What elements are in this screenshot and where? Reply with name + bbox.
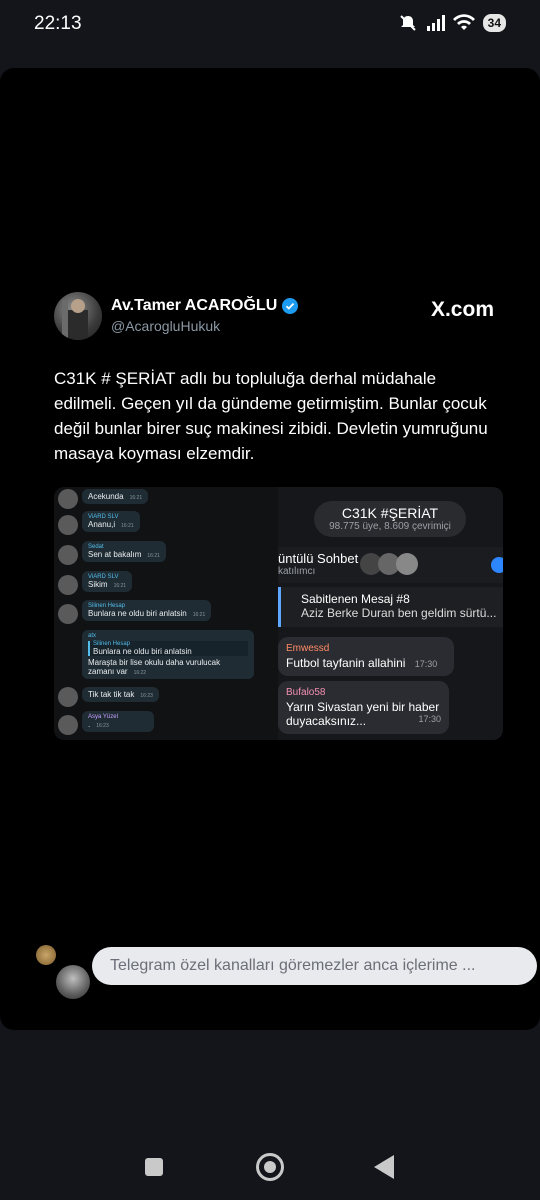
status-bar: 22:13 34	[0, 0, 540, 50]
chat-message: ViARD SLV Sikim 16:21	[82, 571, 133, 592]
chat-message: atx Silinen Hesap Bunlara ne oldu biri a…	[82, 630, 254, 679]
chat-message: Emwessd Futbol tayfanin allahini 17:30	[278, 637, 454, 676]
left-chat-screenshot: Acekunda 16:21 ViARD SLV Ananu,i 16:21 Seda…	[54, 487, 278, 740]
author-handle[interactable]: @AcarogluHukuk	[111, 318, 220, 334]
group-header: C31K #ŞERİAT 98.775 üye, 8.609 çevrimiçi	[314, 501, 466, 537]
nav-recents-icon[interactable]	[145, 1158, 163, 1176]
avatar	[58, 604, 78, 624]
x-logo: X.com	[430, 298, 494, 321]
voice-chat-bar: üntülü Sohbet katılımcı	[278, 547, 503, 583]
mute-icon	[399, 15, 416, 31]
battery-indicator: 34	[482, 14, 506, 32]
chat-message: Sedat Sen at bakalım 16:21	[82, 541, 166, 562]
author-name[interactable]: Av.Tamer ACAROĞLU	[111, 297, 299, 315]
author-name-text: Av.Tamer ACAROĞLU	[111, 297, 278, 314]
viewer-avatar[interactable]	[36, 945, 56, 965]
nav-back-icon[interactable]	[374, 1155, 394, 1179]
tweet-text: C31K # ŞERİAT adlı bu topluluğa derhal m…	[54, 369, 488, 463]
verified-icon	[282, 298, 299, 314]
avatar	[58, 575, 78, 595]
right-chat-screenshot: C31K #ŞERİAT 98.775 üye, 8.609 çevrimiçi…	[278, 487, 503, 740]
chat-message: Bufalo58 Yarın Sivastan yeni bir haber d…	[278, 681, 449, 734]
avatar	[58, 489, 78, 509]
avatar	[58, 545, 78, 565]
avatar	[58, 715, 78, 735]
tweet-media[interactable]: Acekunda 16:21 ViARD SLV Ananu,i 16:21 Seda…	[54, 487, 503, 740]
chat-message: Asya Yüzel. 16:23	[82, 711, 154, 732]
nav-home-icon[interactable]	[256, 1153, 284, 1181]
status-time: 22:13	[34, 13, 82, 34]
chat-message: ViARD SLV Ananu,i 16:21	[82, 511, 140, 532]
comment-bubble[interactable]: Telegram özel kanalları göremezler anca …	[92, 947, 537, 985]
chat-message: Acekunda 16:21	[82, 489, 149, 504]
chat-message: Tik tak tik tak 16:23	[82, 687, 159, 702]
avatar-figure	[62, 299, 88, 340]
comment-text: Telegram özel kanalları göremezler anca …	[110, 957, 476, 974]
pinned-message: Sabitlenen Mesaj #8 Aziz Berke Duran ben…	[278, 587, 503, 627]
author-avatar[interactable]	[54, 292, 102, 340]
system-nav-bar	[0, 1130, 540, 1200]
status-icons: 34	[399, 14, 506, 32]
chat-message: Silinen Hesap Bunlara ne oldu biri anlats…	[82, 600, 212, 621]
wifi-icon	[452, 14, 475, 30]
commenter-avatar[interactable]	[56, 965, 90, 999]
signal-icon	[426, 15, 445, 31]
avatar	[58, 515, 78, 535]
avatar	[58, 687, 78, 707]
